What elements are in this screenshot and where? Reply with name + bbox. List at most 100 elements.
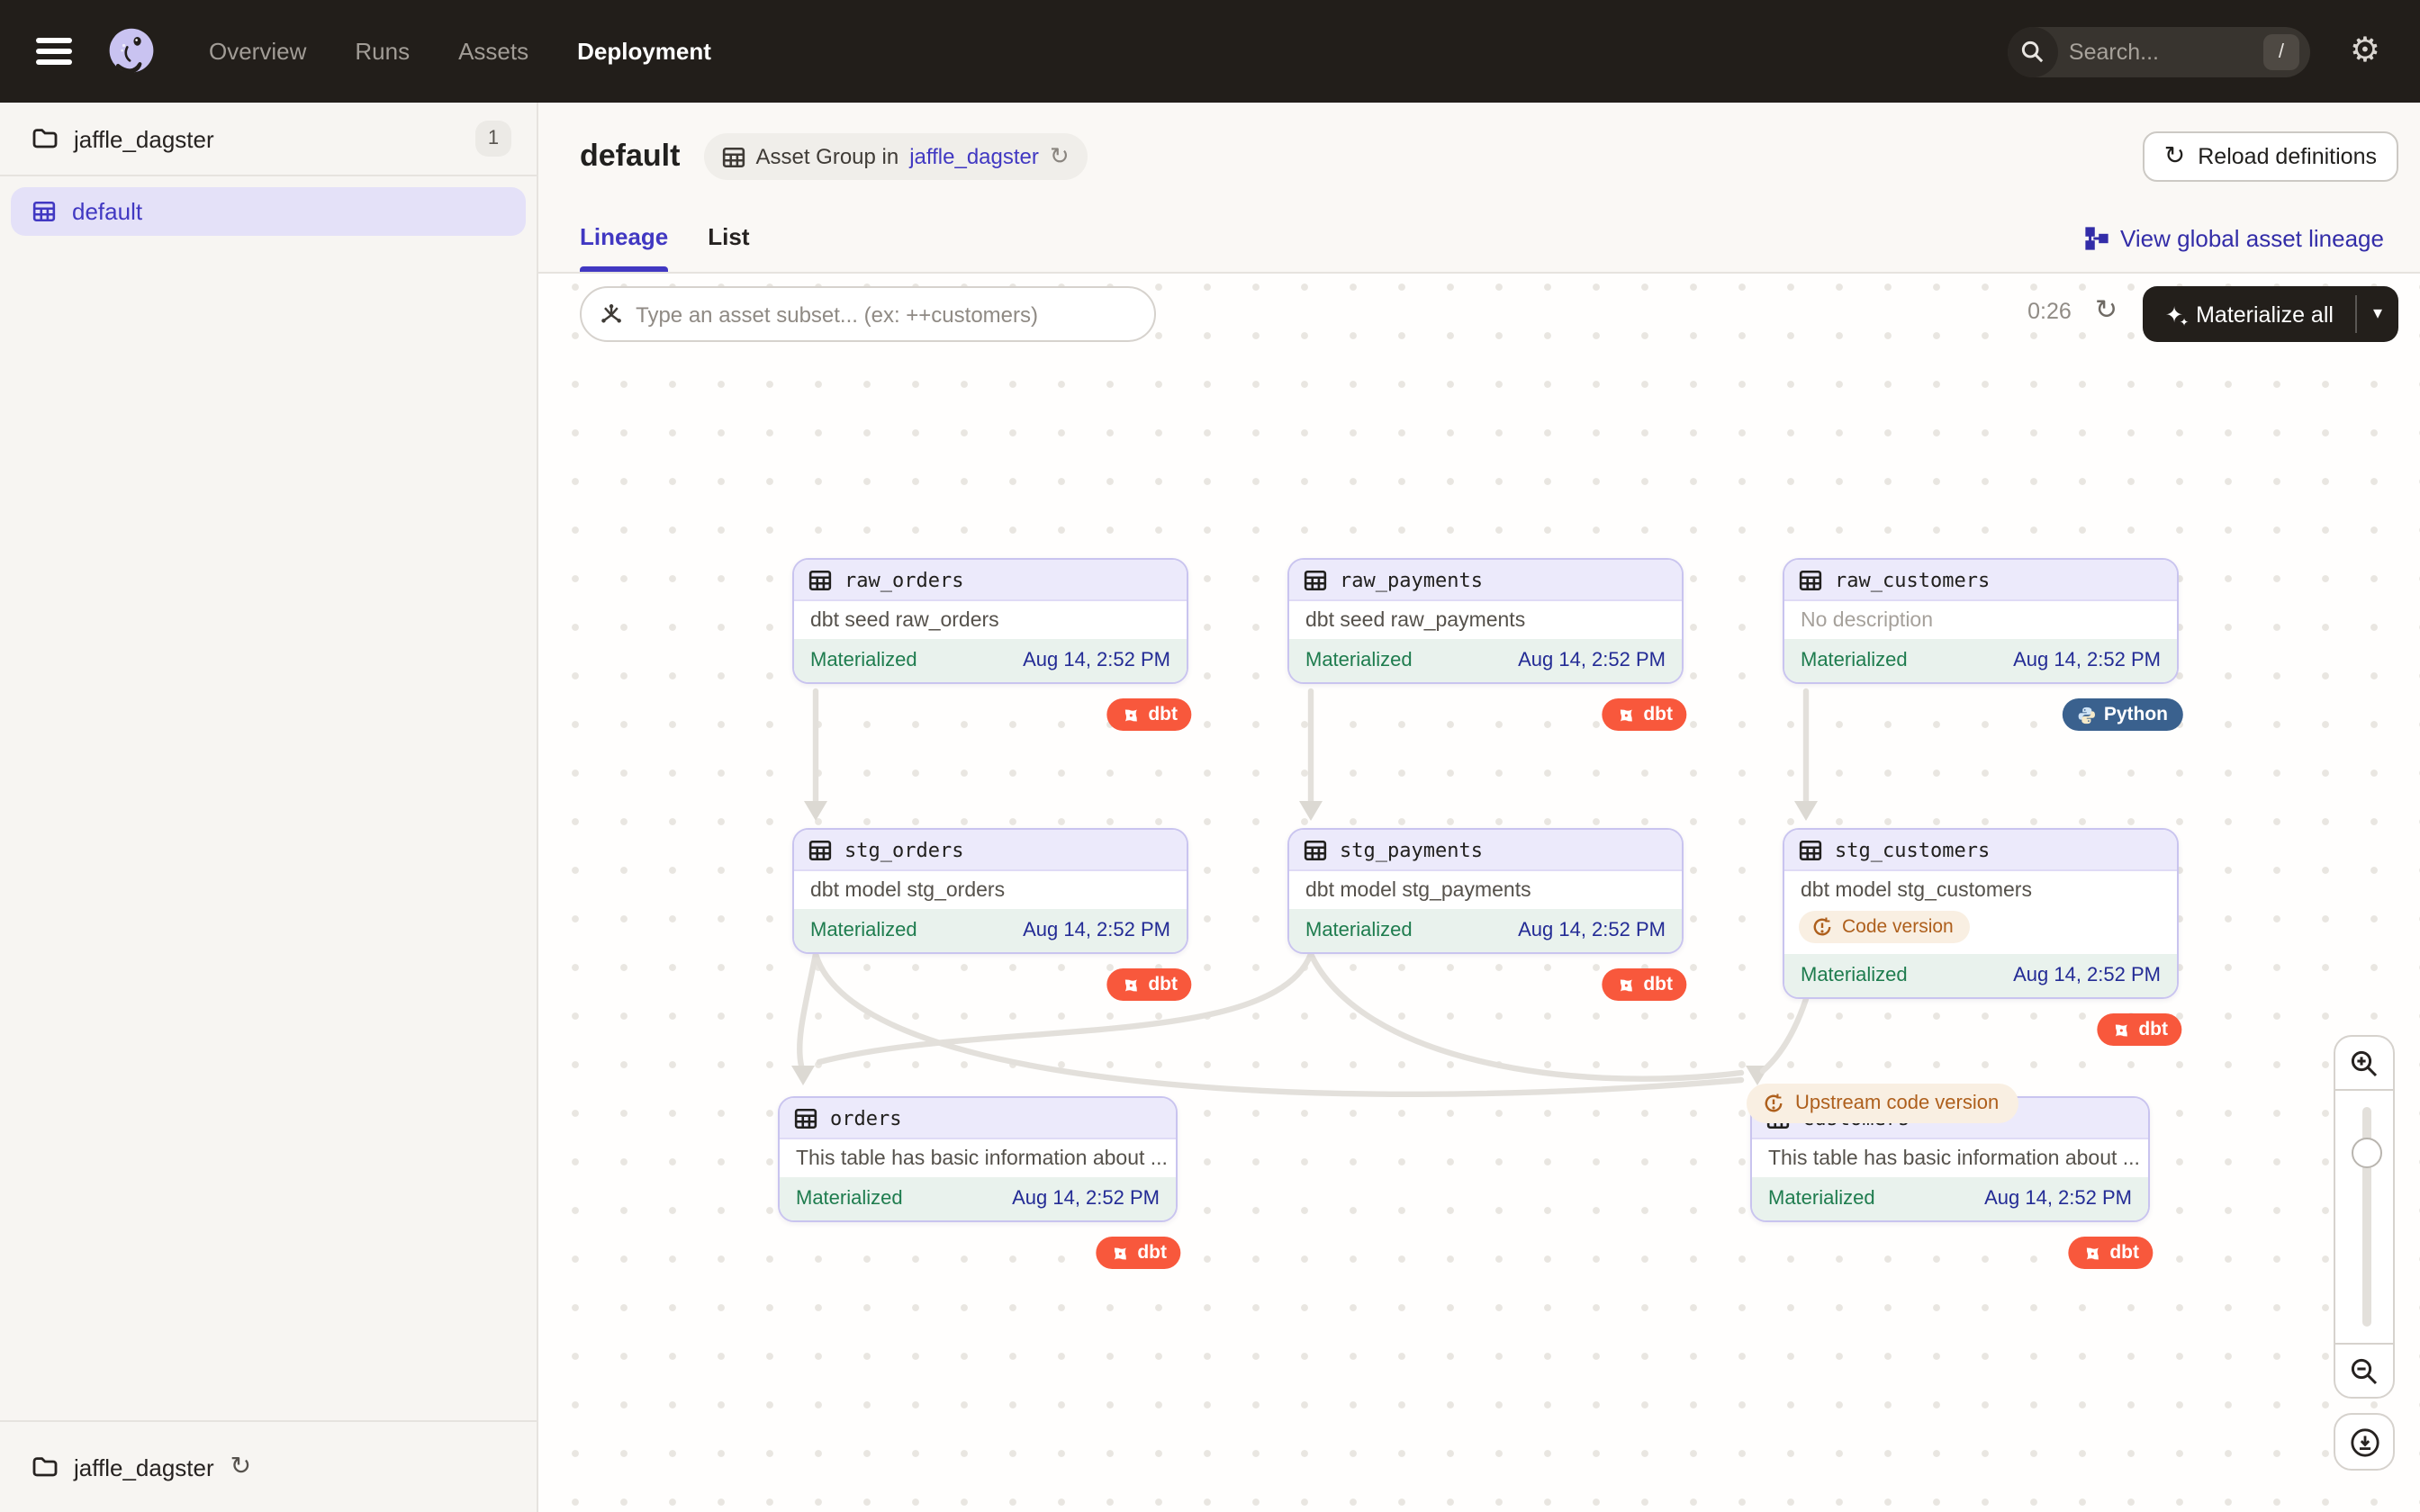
materialized-timestamp: Aug 14, 2:52 PM xyxy=(1023,650,1170,671)
dbt-logo-icon xyxy=(1121,975,1141,994)
pill-prefix-text: Asset Group in xyxy=(755,144,898,169)
global-lineage-label: View global asset lineage xyxy=(2120,225,2384,252)
repo-asset-count-badge: 1 xyxy=(475,121,511,157)
download-graph-button[interactable] xyxy=(2334,1413,2395,1471)
compute-kind-badge-dbt: dbt xyxy=(2097,1013,2182,1046)
zoom-slider-handle[interactable] xyxy=(2352,1138,2382,1168)
tab-lineage[interactable]: Lineage xyxy=(580,223,668,272)
tab-list[interactable]: List xyxy=(708,223,749,272)
asset-subset-filter[interactable] xyxy=(580,286,1156,342)
asset-description: This table has basic information about .… xyxy=(1752,1139,2148,1177)
sparkle-icon: ✦ xyxy=(2165,303,2183,325)
main-header: default Asset Group in jaffle_dagster ↻ … xyxy=(580,130,2398,184)
table-icon xyxy=(1799,568,1822,591)
materialized-status: Materialized xyxy=(810,650,917,671)
dbt-logo-icon xyxy=(1616,975,1636,994)
asset-name: raw_payments xyxy=(1340,568,1483,591)
asset-node-orders[interactable]: ordersThis table has basic information a… xyxy=(778,1096,1178,1222)
table-icon xyxy=(1799,838,1822,861)
reload-icon: ↻ xyxy=(2164,144,2185,169)
compute-kind-badge-dbt: dbt xyxy=(1106,968,1192,1001)
asset-status-footer: Materialized Aug 14, 2:52 PM xyxy=(1784,954,2177,997)
materialized-timestamp: Aug 14, 2:52 PM xyxy=(1012,1188,1160,1210)
materialize-all-button[interactable]: ✦ Materialize all xyxy=(2144,286,2355,342)
asset-node-raw_payments[interactable]: raw_paymentsdbt seed raw_paymentsMateria… xyxy=(1287,558,1684,684)
sidebar-item-label: default xyxy=(72,198,142,225)
nav-items: Overview Runs Assets Deployment xyxy=(209,38,711,65)
sidebar-item-default-group[interactable]: default xyxy=(11,187,526,236)
sidebar-repo-row[interactable]: jaffle_dagster 1 xyxy=(0,103,537,176)
tabs-row: Lineage List View global asset lineage xyxy=(538,184,2420,274)
nav-item-runs[interactable]: Runs xyxy=(355,38,410,65)
lineage-canvas[interactable]: 0:26 ↻ ✦ Materialize all ▾ raw_ordersdbt… xyxy=(538,274,2420,1512)
asset-node-stg_payments[interactable]: stg_paymentsdbt model stg_paymentsMateri… xyxy=(1287,828,1684,954)
asset-name: stg_payments xyxy=(1340,838,1483,861)
materialized-status: Materialized xyxy=(1768,1188,1875,1210)
reload-definitions-button[interactable]: ↻ Reload definitions xyxy=(2143,131,2398,182)
zoom-in-button[interactable] xyxy=(2334,1035,2395,1091)
asset-status-footer: MaterializedAug 14, 2:52 PM xyxy=(1784,639,2177,682)
asset-name: stg_customers xyxy=(1835,838,1990,861)
asset-node-header: orders xyxy=(780,1098,1176,1139)
asset-group-pill: Asset Group in jaffle_dagster ↻ xyxy=(703,133,1087,180)
compute-kind-badge-dbt: dbt xyxy=(1602,698,1687,731)
materialized-status: Materialized xyxy=(1801,965,1908,986)
asset-name: stg_orders xyxy=(844,838,963,861)
zoom-slider[interactable] xyxy=(2334,1091,2395,1343)
dbt-logo-icon xyxy=(1121,705,1141,724)
asset-node-stg_orders[interactable]: stg_ordersdbt model stg_ordersMaterializ… xyxy=(792,828,1188,954)
asset-name: raw_customers xyxy=(1835,568,1990,591)
search-input[interactable] xyxy=(2058,39,2263,64)
asset-description: This table has basic information about .… xyxy=(780,1139,1176,1177)
asset-node-header: stg_payments xyxy=(1289,830,1682,871)
repo-link[interactable]: jaffle_dagster xyxy=(909,144,1039,169)
code-version-icon xyxy=(1763,1093,1784,1114)
materialized-timestamp: Aug 14, 2:52 PM xyxy=(1518,920,1666,941)
materialized-timestamp: Aug 14, 2:52 PM xyxy=(1023,920,1170,941)
code-version-badge: Code version xyxy=(1799,911,1970,943)
view-global-asset-lineage-link[interactable]: View global asset lineage xyxy=(2084,225,2384,272)
compute-kind-badge-dbt: dbt xyxy=(2068,1237,2154,1269)
asset-node-header: raw_customers xyxy=(1784,560,2177,601)
asset-description: dbt seed raw_orders xyxy=(794,601,1187,639)
nav-item-overview[interactable]: Overview xyxy=(209,38,306,65)
graph-timer-group: 0:26 ↻ xyxy=(2027,297,2118,324)
materialize-all-label: Materialize all xyxy=(2196,302,2334,327)
nav-item-assets[interactable]: Assets xyxy=(458,38,528,65)
asset-description: dbt model stg_payments xyxy=(1289,871,1682,909)
zoom-out-button[interactable] xyxy=(2334,1343,2395,1399)
zoom-out-icon xyxy=(2350,1356,2379,1385)
materialized-timestamp: Aug 14, 2:52 PM xyxy=(2013,965,2161,986)
sidebar: jaffle_dagster 1 default jaffle_dagster … xyxy=(0,103,538,1512)
nav-item-deployment[interactable]: Deployment xyxy=(577,38,711,65)
page-title: default xyxy=(580,139,680,175)
materialize-dropdown-button[interactable]: ▾ xyxy=(2357,286,2398,342)
refresh-graph-icon[interactable]: ↻ xyxy=(2095,297,2118,324)
lineage-graph-icon xyxy=(2084,227,2108,250)
materialized-timestamp: Aug 14, 2:52 PM xyxy=(1518,650,1666,671)
compute-kind-badge-dbt: dbt xyxy=(1602,968,1687,1001)
folder-icon xyxy=(32,1456,58,1478)
materialize-all-split-button: ✦ Materialize all ▾ xyxy=(2144,286,2398,342)
table-icon xyxy=(808,838,832,861)
asset-subset-input[interactable] xyxy=(636,302,1136,327)
menu-icon[interactable] xyxy=(36,38,72,65)
asset-status-footer: MaterializedAug 14, 2:52 PM xyxy=(1289,639,1682,682)
search-icon xyxy=(2008,26,2058,76)
search-shortcut-key: / xyxy=(2263,33,2299,69)
asset-node-raw_customers[interactable]: raw_customers No descriptionMaterializedA… xyxy=(1783,558,2179,684)
asset-node-raw_orders[interactable]: raw_ordersdbt seed raw_ordersMaterialize… xyxy=(792,558,1188,684)
refresh-group-icon[interactable]: ↻ xyxy=(1050,145,1070,168)
dagster-logo-icon[interactable] xyxy=(104,24,158,78)
reload-repo-icon[interactable]: ↻ xyxy=(230,1454,251,1480)
global-search[interactable]: / xyxy=(2008,26,2310,76)
folder-icon xyxy=(32,128,58,149)
repo-name: jaffle_dagster xyxy=(74,125,459,152)
materialized-timestamp: Aug 14, 2:52 PM xyxy=(1984,1188,2132,1210)
asset-description: No description xyxy=(1784,601,2177,639)
dbt-logo-icon xyxy=(1616,705,1636,724)
asset-node-stg_customers[interactable]: stg_customersdbt model stg_customersCode… xyxy=(1783,828,2179,999)
sidebar-footer: jaffle_dagster ↻ xyxy=(0,1420,537,1512)
asset-group-icon xyxy=(721,145,745,168)
settings-gear-icon[interactable]: ⚙ xyxy=(2350,34,2380,68)
